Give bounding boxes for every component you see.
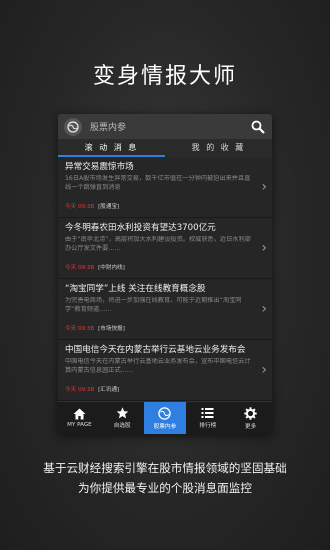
nav-watchlist[interactable]: 自选股 (101, 402, 144, 434)
news-list: 异常交易震惊市场 16日A股市场发生异常交易，数千亿市值在一分钟内被迫出来并且直… (58, 157, 272, 402)
phone-screen: 股票内参 滚 动 消 息 我 的 收 藏 异常交易震惊市场 16日A股市场发生异… (58, 114, 272, 434)
chevron-right-icon: › (261, 179, 267, 195)
news-time: 今天 09:38 (65, 265, 95, 271)
gear-icon (244, 406, 257, 420)
nav-my-page[interactable]: MY PAGE (58, 402, 101, 434)
nav-more[interactable]: 更多 (229, 402, 272, 434)
news-source: [股通宝] (98, 204, 120, 210)
news-summary: 由于“南旱北涝”，高层将加大水利建设投资。权威获悉，近日水利部办公厅发文件要…… (65, 236, 251, 252)
nav-stock-insider[interactable]: 股票内参 (143, 402, 187, 434)
news-meta: 今天 09:38 [市场快报] (65, 324, 254, 332)
nav-label: 股票内参 (153, 423, 177, 430)
chevron-right-icon: › (261, 240, 267, 256)
tab-my-favorites[interactable]: 我 的 收 藏 (165, 140, 272, 157)
app-logo-icon (64, 117, 82, 136)
promo-caption: 基于云财经搜索引擎在股市情报领域的坚固基础 为你提供最专业的个股消息面监控 (0, 458, 330, 498)
nav-label: 排行榜 (199, 423, 217, 429)
nav-label: 更多 (244, 423, 257, 430)
chevron-right-icon: › (261, 301, 267, 317)
home-icon (73, 408, 86, 420)
bottom-nav: MY PAGE 自选股 股票内参 排行榜 更多 (58, 401, 272, 434)
globe-icon (158, 406, 172, 420)
search-icon[interactable] (250, 119, 266, 135)
nav-label: 自选股 (113, 423, 131, 429)
news-meta: 今天 09:38 [股通宝] (65, 202, 254, 210)
news-meta: 今天 09:38 [汇讯通] (65, 385, 254, 393)
news-title: 中国电信今天在内蒙古举行云基地云业务发布会 (65, 345, 246, 355)
news-item[interactable]: 异常交易震惊市场 16日A股市场发生异常交易，数千亿市值在一分钟内被迫出来并且直… (58, 157, 272, 218)
tab-scrolling-news[interactable]: 滚 动 消 息 (58, 140, 165, 157)
chevron-right-icon: › (261, 362, 267, 378)
hero-title: 变身情报大师 (92, 64, 237, 89)
news-title: “淘宝同学”上线 关注在线教育概念股 (65, 284, 206, 294)
news-source: [中财内线] (98, 265, 125, 271)
news-source: [市场快报] (98, 326, 125, 332)
news-time: 今天 09:38 (65, 204, 95, 210)
caption-line-2: 为你提供最专业的个股消息面监控 (78, 481, 252, 495)
news-time: 今天 09:38 (65, 326, 95, 332)
news-item[interactable]: 中国电信今天在内蒙古举行云基地云业务发布会 中国电信今天在内蒙古举行云基地云业务… (58, 340, 272, 401)
tab-bar: 滚 动 消 息 我 的 收 藏 (58, 140, 272, 157)
nav-ranking[interactable]: 排行榜 (186, 402, 229, 434)
news-item[interactable]: “淘宝同学”上线 关注在线教育概念股 为完善电商场，将进一步加强在线教育。可能于… (58, 279, 272, 340)
news-meta: 今天 09:38 [中财内线] (65, 263, 254, 271)
news-source: [汇讯通] (98, 387, 120, 393)
news-summary: 为完善电商场，将进一步加强在线教育。可能于近期推出“淘宝同学”教育频道…… (65, 297, 242, 313)
news-summary: 中国电信今天在内蒙古举行云基地云业务发布会，宣布中国电信云计算内蒙古信息园正式…… (65, 358, 251, 374)
news-time: 今天 09:38 (65, 387, 95, 393)
star-icon (116, 407, 128, 419)
search-input[interactable]: 股票内参 (90, 120, 250, 133)
news-title: 异常交易震惊市场 (65, 162, 134, 172)
list-icon (201, 408, 214, 418)
news-item[interactable]: 今冬明春农田水利投资有望达3700亿元 由于“南旱北涝”，高层将加大水利建设投资… (58, 218, 272, 279)
news-title: 今冬明春农田水利投资有望达3700亿元 (65, 223, 216, 233)
news-summary: 16日A股市场发生异常交易，数千亿市值在一分钟内被迫出来并且直线一个跳弹直到消息 (65, 175, 251, 191)
search-bar: 股票内参 (58, 114, 272, 140)
nav-label: MY PAGE (67, 422, 92, 428)
caption-line-1: 基于云财经搜索引擎在股市情报领域的坚固基础 (43, 461, 287, 475)
